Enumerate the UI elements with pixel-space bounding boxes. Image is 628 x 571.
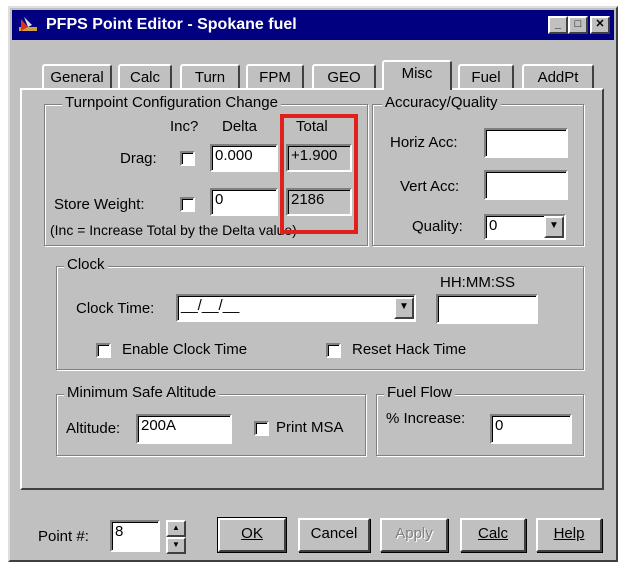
turnpoint-group-title: Turnpoint Configuration Change	[62, 94, 281, 111]
ok-label: OK	[241, 525, 263, 542]
drag-delta-field[interactable]: 0.000	[210, 144, 278, 172]
tab-misc[interactable]: Misc	[382, 60, 452, 90]
tab-label: Fuel	[471, 69, 501, 86]
point-spin-down-button[interactable]: ▼	[166, 537, 186, 554]
window-title: PFPS Point Editor - Spokane fuel	[46, 16, 297, 33]
print-msa-checkbox[interactable]	[254, 421, 269, 436]
accuracy-group-title: Accuracy/Quality	[382, 94, 501, 111]
clock-date-select[interactable]: __/__/__	[176, 294, 416, 322]
tab-label: FPM	[259, 69, 291, 86]
tab-label: Calc	[129, 69, 160, 86]
apply-button[interactable]: Apply	[380, 518, 448, 552]
tab-fpm[interactable]: FPM	[246, 64, 304, 90]
tab-label: AddPt	[537, 69, 579, 86]
apply-label: Apply	[395, 525, 433, 542]
point-spin-up-button[interactable]: ▲	[166, 520, 186, 537]
cancel-button[interactable]: Cancel	[298, 518, 370, 552]
point-number-field[interactable]: 8	[110, 520, 160, 552]
spin-down-icon: ▼	[172, 540, 180, 549]
clock-group-title: Clock	[64, 256, 108, 273]
fuel-flow-group-title: Fuel Flow	[384, 384, 456, 401]
total-highlight-box	[280, 114, 358, 234]
tab-label: Turn	[194, 69, 226, 86]
tab-label: Misc	[401, 65, 433, 82]
minimize-button[interactable]: _	[548, 16, 568, 34]
delta-column-header: Delta	[222, 118, 258, 135]
drag-label: Drag:	[120, 150, 157, 167]
reset-hack-time-label[interactable]: Reset Hack Time	[352, 341, 466, 358]
maximize-icon: □	[574, 18, 582, 30]
minimize-icon: _	[554, 18, 562, 30]
maximize-button[interactable]: □	[568, 16, 588, 34]
inc-note: (Inc = Increase Total by the Delta value…	[50, 222, 297, 238]
store-weight-inc-checkbox[interactable]	[180, 197, 195, 212]
vert-acc-field[interactable]	[484, 170, 568, 200]
store-weight-label: Store Weight:	[54, 196, 145, 213]
tab-fuel[interactable]: Fuel	[458, 64, 514, 90]
tab-label: GEO	[327, 69, 361, 86]
percent-increase-label: % Increase:	[386, 410, 466, 427]
reset-hack-time-checkbox[interactable]	[326, 343, 341, 358]
horiz-acc-field[interactable]	[484, 128, 568, 158]
tab-label: General	[50, 69, 104, 86]
drag-inc-checkbox[interactable]	[180, 151, 195, 166]
spin-up-icon: ▲	[172, 523, 180, 532]
altitude-label: Altitude:	[66, 420, 121, 437]
clock-hhmmss-field[interactable]	[436, 294, 538, 324]
enable-clock-time-label[interactable]: Enable Clock Time	[122, 341, 247, 358]
horiz-acc-label: Horiz Acc:	[390, 134, 458, 151]
altitude-field[interactable]: 200A	[136, 414, 232, 444]
percent-increase-field[interactable]: 0	[490, 414, 572, 444]
clock-date-value: __/__/__	[181, 297, 240, 314]
hhmmss-label: HH:MM:SS	[440, 274, 515, 291]
inc-column-header: Inc?	[170, 118, 199, 135]
msa-group-title: Minimum Safe Altitude	[64, 384, 220, 401]
title-bar[interactable]: PFPS Point Editor - Spokane fuel _ □ ✕	[12, 10, 614, 40]
store-weight-delta-field[interactable]: 0	[210, 188, 278, 216]
cancel-label: Cancel	[310, 525, 358, 542]
quality-value: 0	[489, 217, 498, 234]
point-number-label: Point #:	[38, 528, 89, 545]
tab-turn[interactable]: Turn	[180, 64, 240, 90]
enable-clock-time-checkbox[interactable]	[96, 343, 111, 358]
tab-addpt[interactable]: AddPt	[522, 64, 594, 90]
quality-dropdown-button[interactable]: ▼	[544, 216, 564, 238]
calc-button[interactable]: Calc	[460, 518, 526, 552]
help-label: Help	[553, 525, 585, 542]
clock-time-label: Clock Time:	[76, 300, 155, 317]
chevron-down-icon: ▼	[549, 220, 559, 231]
close-icon: ✕	[595, 18, 605, 30]
help-button[interactable]: Help	[536, 518, 602, 552]
calc-label: Calc	[477, 525, 508, 542]
close-button[interactable]: ✕	[590, 16, 610, 34]
chevron-down-icon: ▼	[399, 301, 409, 312]
clock-date-dropdown-button[interactable]: ▼	[394, 297, 414, 319]
ok-button[interactable]: OK	[217, 517, 287, 553]
tab-general[interactable]: General	[42, 64, 112, 90]
print-msa-label[interactable]: Print MSA	[276, 419, 344, 436]
tab-calc[interactable]: Calc	[118, 64, 172, 90]
vert-acc-label: Vert Acc:	[400, 178, 460, 195]
tab-geo[interactable]: GEO	[312, 64, 376, 90]
quality-label: Quality:	[412, 218, 463, 235]
app-icon	[19, 17, 37, 31]
